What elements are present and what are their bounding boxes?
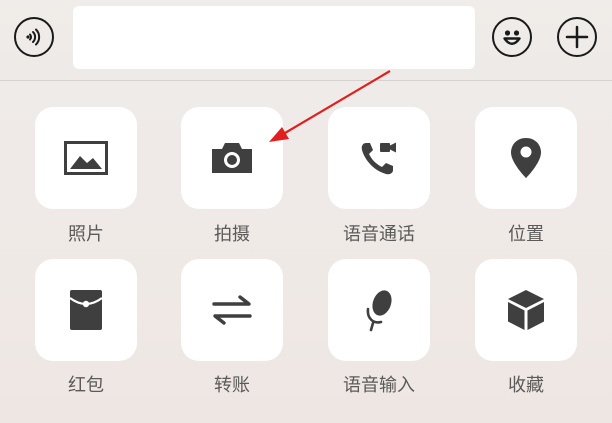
video-call-icon (361, 142, 396, 175)
voice-toggle-button[interactable] (14, 17, 54, 57)
favorites-box-icon (508, 290, 544, 330)
camera-label: 拍摄 (214, 224, 250, 245)
more-functions-button[interactable] (557, 17, 597, 57)
photo-label: 照片 (68, 224, 104, 245)
camera-button[interactable] (181, 107, 283, 209)
microphone-icon (366, 290, 392, 332)
photo-icon (64, 141, 108, 175)
red-packet-icon (69, 290, 103, 330)
favorites-button[interactable] (475, 259, 577, 361)
red-packet-label: 红包 (68, 375, 104, 396)
chat-input-bar (0, 0, 612, 81)
transfer-button[interactable] (181, 259, 283, 361)
transfer-icon (212, 295, 252, 325)
plus-icon (565, 25, 589, 49)
location-button[interactable] (475, 107, 577, 209)
message-input[interactable] (73, 6, 475, 69)
photo-button[interactable] (35, 107, 137, 209)
smiley-face-icon (503, 30, 521, 45)
voice-input-button[interactable] (328, 259, 430, 361)
voice-input-label: 语音输入 (343, 375, 415, 396)
location-pin-icon (511, 138, 541, 178)
video-call-button[interactable] (328, 107, 430, 209)
voice-call-label: 语音通话 (343, 224, 415, 245)
camera-icon (212, 143, 252, 173)
favorites-label: 收藏 (508, 375, 544, 396)
location-label: 位置 (508, 224, 544, 245)
emoji-button[interactable] (492, 17, 532, 57)
voice-input-icon (26, 28, 41, 46)
transfer-label: 转账 (214, 375, 250, 396)
red-packet-button[interactable] (35, 259, 137, 361)
